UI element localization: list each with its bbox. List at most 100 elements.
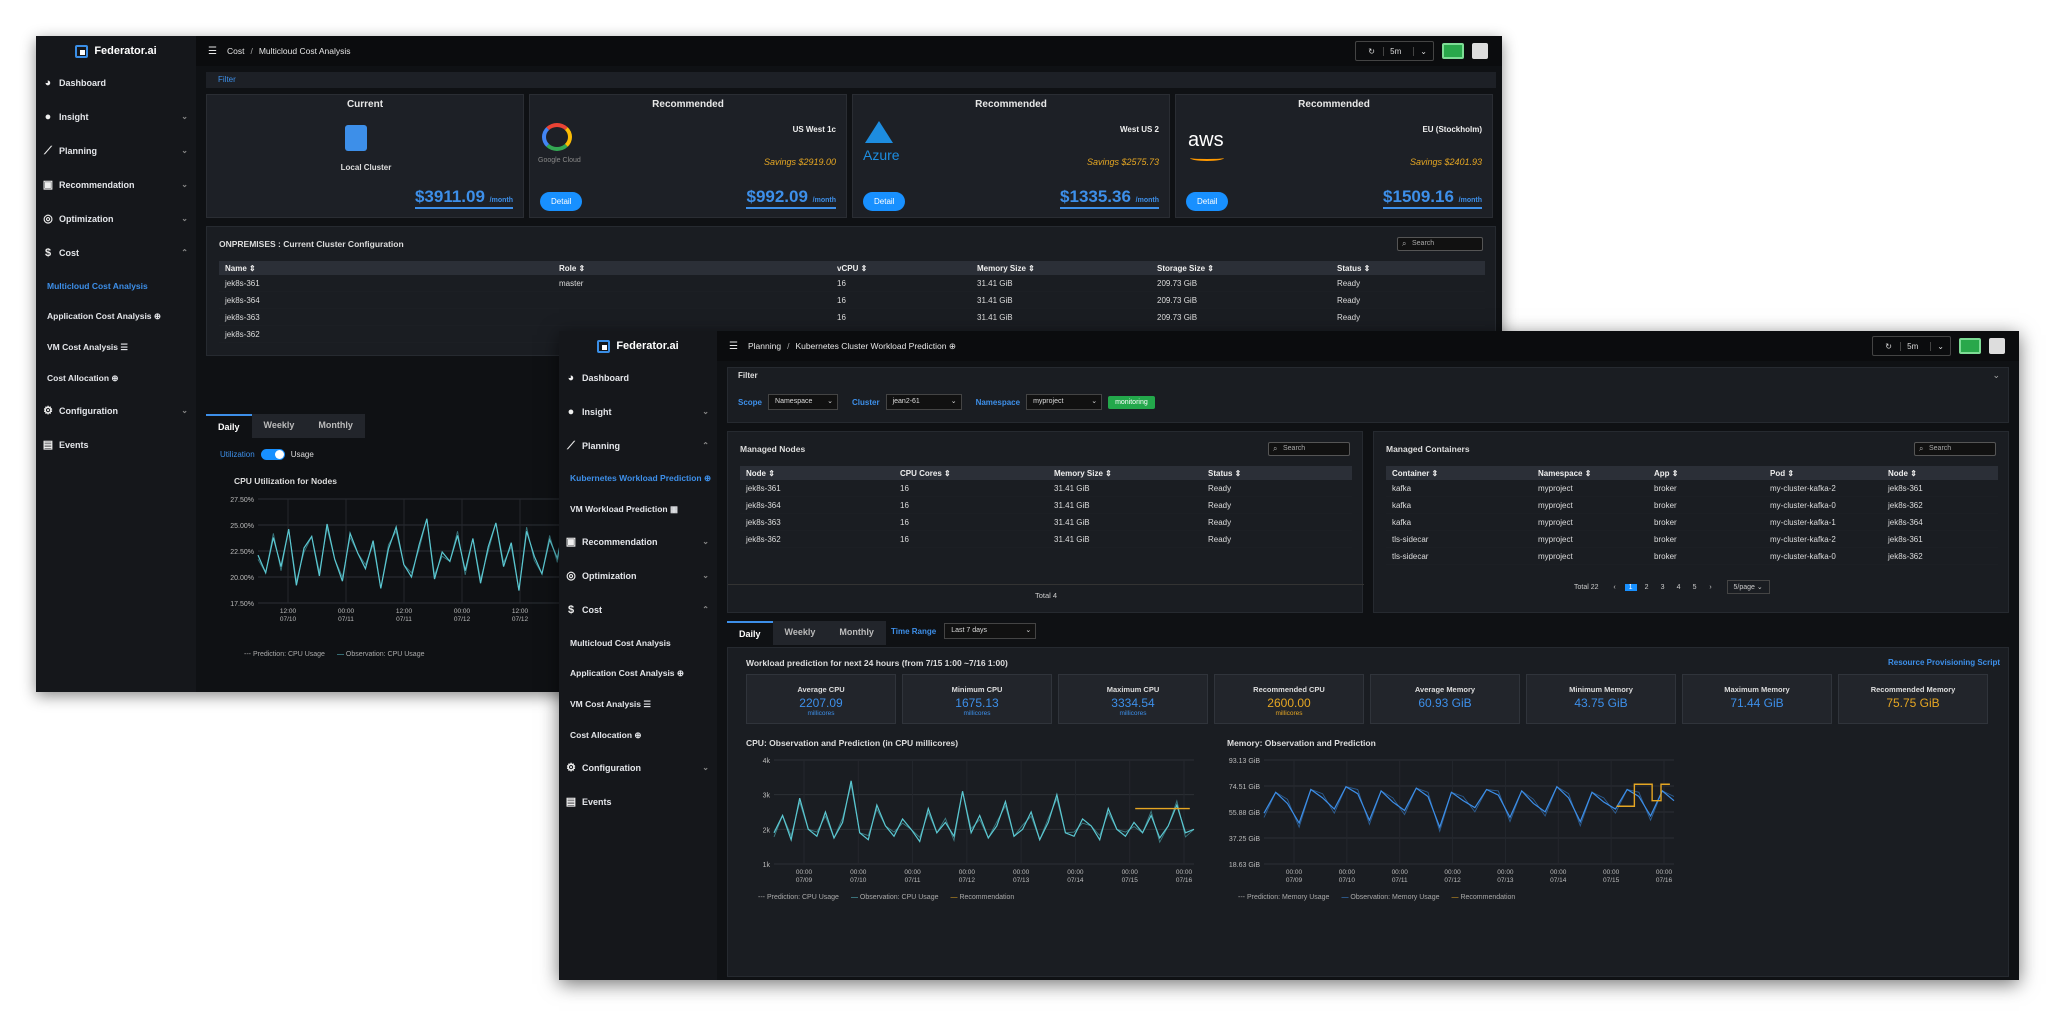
brand-logo[interactable]: Federator.ai — [559, 331, 717, 361]
license-badge-icon[interactable] — [1959, 338, 1981, 354]
col-vcpu[interactable]: vCPU ⇕ — [831, 264, 971, 273]
col-storage[interactable]: Storage Size ⇕ — [1151, 264, 1331, 273]
col-pod[interactable]: Pod ⇕ — [1764, 469, 1882, 478]
user-avatar[interactable] — [1472, 43, 1488, 59]
search-input[interactable]: Search — [1914, 442, 1996, 456]
scope-select[interactable]: Namespace ⌄ — [768, 394, 839, 410]
sidebar-item-dashboard[interactable]: ◕ Dashboard — [36, 66, 196, 100]
col-role[interactable]: Role ⇕ — [553, 264, 831, 273]
sidebar-item-insight[interactable]: ● Insight ⌄ — [36, 100, 196, 134]
table-row[interactable]: jek8s-363 16 31.41 GiB 209.73 GiB Ready — [219, 309, 1485, 326]
table-row[interactable]: kafka myproject broker my-cluster-kafka-1 je… — [1386, 514, 1998, 531]
col-container[interactable]: Container ⇕ — [1386, 469, 1532, 478]
cluster-select[interactable]: jean2-61 ⌄ — [885, 394, 962, 410]
tab-monthly[interactable]: Monthly — [306, 414, 365, 438]
sidebar-sub-cost-allocation[interactable]: Cost Allocation ⊕ — [36, 363, 196, 394]
detail-button[interactable]: Detail — [1186, 192, 1229, 211]
sidebar-item-planning[interactable]: ⟋ Planning ⌃ — [559, 429, 717, 463]
sidebar-item-planning[interactable]: ⟋ Planning ⌄ — [36, 134, 196, 168]
col-cpu-cores[interactable]: CPU Cores ⇕ — [894, 469, 1048, 478]
detail-button[interactable]: Detail — [863, 192, 906, 211]
table-row[interactable]: kafka myproject broker my-cluster-kafka-0 je… — [1386, 497, 1998, 514]
table-row[interactable]: jek8s-364 16 31.41 GiB Ready — [740, 497, 1352, 514]
tab-daily[interactable]: Daily — [206, 414, 252, 438]
kpi-value: 1675.13 — [955, 696, 999, 710]
aws-smile-icon — [1190, 155, 1224, 161]
tab-weekly[interactable]: Weekly — [251, 414, 307, 438]
table-row[interactable]: jek8s-363 16 31.41 GiB Ready — [740, 514, 1352, 531]
refresh-interval-select[interactable]: ↻ 5m ⌄ — [1872, 336, 1951, 356]
page-2[interactable]: 2 — [1641, 584, 1653, 591]
user-avatar[interactable] — [1989, 338, 2005, 354]
tab-daily[interactable]: Daily — [727, 621, 773, 645]
page-4[interactable]: 4 — [1673, 584, 1685, 591]
search-input[interactable]: Search — [1397, 237, 1483, 251]
table-row[interactable]: jek8s-362 16 31.41 GiB Ready — [740, 531, 1352, 548]
sidebar-item-configuration[interactable]: ⚙ Configuration ⌄ — [36, 394, 196, 428]
menu-toggle-icon[interactable]: ☰ — [729, 341, 738, 352]
page-3[interactable]: 3 — [1657, 584, 1669, 591]
next-page-icon[interactable]: › — [1705, 584, 1717, 591]
provisioning-script-link[interactable]: Resource Provisioning Script — [1888, 658, 2000, 667]
col-memory[interactable]: Memory Size ⇕ — [971, 264, 1151, 273]
table-row[interactable]: jek8s-364 16 31.41 GiB 209.73 GiB Ready — [219, 292, 1485, 309]
sidebar-sub-vm-cost[interactable]: VM Cost Analysis ☰ — [559, 689, 717, 720]
sidebar-item-optimization[interactable]: ◎ Optimization ⌄ — [559, 559, 717, 593]
chevron-down-icon[interactable]: ⌄ — [1992, 370, 2000, 381]
sidebar-sub-cost-allocation[interactable]: Cost Allocation ⊕ — [559, 720, 717, 751]
x-tick-label: 00:00 — [1392, 869, 1409, 876]
col-namespace[interactable]: Namespace ⇕ — [1532, 469, 1648, 478]
table-cell: Ready — [1208, 517, 1232, 527]
table-row[interactable]: tls-sidecar myproject broker my-cluster-kaf… — [1386, 548, 1998, 565]
col-name[interactable]: Name ⇕ — [219, 264, 553, 273]
sidebar-sub-multicloud[interactable]: Multicloud Cost Analysis — [559, 627, 717, 658]
sidebar-item-cost[interactable]: $ Cost ⌃ — [559, 593, 717, 627]
toggle-switch[interactable] — [260, 449, 285, 460]
sidebar-sub-kubernetes-prediction[interactable]: Kubernetes Workload Prediction ⊕ — [559, 463, 717, 494]
namespace-select[interactable]: myproject ⌄ — [1026, 394, 1103, 410]
sidebar-item-recommendation[interactable]: ▣ Recommendation ⌄ — [559, 525, 717, 559]
sidebar-sub-vm-cost[interactable]: VM Cost Analysis ☰ — [36, 332, 196, 363]
col-status[interactable]: Status ⇕ — [1331, 264, 1481, 273]
sidebar-sub-multicloud[interactable]: Multicloud Cost Analysis — [36, 270, 196, 301]
refresh-interval-select[interactable]: ↻ 5m ⌄ — [1355, 41, 1434, 61]
col-memory[interactable]: Memory Size ⇕ — [1048, 469, 1202, 478]
sidebar-item-events[interactable]: ▤ Events — [559, 785, 717, 819]
table-cell: my-cluster-kafka-2 — [1770, 534, 1836, 544]
sidebar-item-dashboard[interactable]: ◕ Dashboard — [559, 361, 717, 395]
prev-page-icon[interactable]: ‹ — [1609, 584, 1621, 591]
license-badge-icon[interactable] — [1442, 43, 1464, 59]
breadcrumb-planning[interactable]: Planning — [748, 341, 781, 351]
time-range-select[interactable]: Last 7 days ⌄ — [944, 623, 1037, 639]
menu-toggle-icon[interactable]: ☰ — [208, 46, 217, 57]
cpu-chart-legend: --- Prediction: CPU Usage — Observation:… — [758, 894, 1014, 901]
table-row[interactable]: kafka myproject broker my-cluster-kafka-2 je… — [1386, 480, 1998, 497]
col-status[interactable]: Status ⇕ — [1202, 469, 1352, 478]
breadcrumb-cost[interactable]: Cost — [227, 46, 244, 56]
sidebar-item-recommendation[interactable]: ▣ Recommendation ⌄ — [36, 168, 196, 202]
tab-monthly[interactable]: Monthly — [827, 621, 886, 645]
col-node[interactable]: Node ⇕ — [740, 469, 894, 478]
page-1[interactable]: 1 — [1624, 583, 1637, 591]
detail-button[interactable]: Detail — [540, 192, 583, 211]
sidebar-item-insight[interactable]: ● Insight ⌄ — [559, 395, 717, 429]
sidebar-item-configuration[interactable]: ⚙ Configuration ⌄ — [559, 751, 717, 785]
utilization-toggle[interactable]: Utilization Usage — [220, 449, 314, 460]
search-input[interactable]: Search — [1268, 442, 1350, 456]
col-node[interactable]: Node ⇕ — [1882, 469, 1998, 478]
col-app[interactable]: App ⇕ — [1648, 469, 1764, 478]
page-5[interactable]: 5 — [1689, 584, 1701, 591]
filter-bar[interactable]: Filter — [206, 72, 1496, 88]
page-size-select[interactable]: 5/page ⌄ — [1726, 580, 1770, 594]
sidebar-item-events[interactable]: ▤ Events — [36, 428, 196, 462]
sidebar-item-cost[interactable]: $ Cost ⌃ — [36, 236, 196, 270]
table-row[interactable]: jek8s-361 16 31.41 GiB Ready — [740, 480, 1352, 497]
sidebar-sub-vm-prediction[interactable]: VM Workload Prediction ▦ — [559, 494, 717, 525]
table-row[interactable]: jek8s-361 master 16 31.41 GiB 209.73 GiB Read… — [219, 275, 1485, 292]
sidebar-sub-application-cost[interactable]: Application Cost Analysis ⊕ — [559, 658, 717, 689]
table-row[interactable]: tls-sidecar myproject broker my-cluster-kaf… — [1386, 531, 1998, 548]
sidebar-item-optimization[interactable]: ◎ Optimization ⌄ — [36, 202, 196, 236]
tab-weekly[interactable]: Weekly — [772, 621, 828, 645]
sidebar-sub-application-cost[interactable]: Application Cost Analysis ⊕ — [36, 301, 196, 332]
brand-logo[interactable]: Federator.ai — [36, 36, 196, 66]
